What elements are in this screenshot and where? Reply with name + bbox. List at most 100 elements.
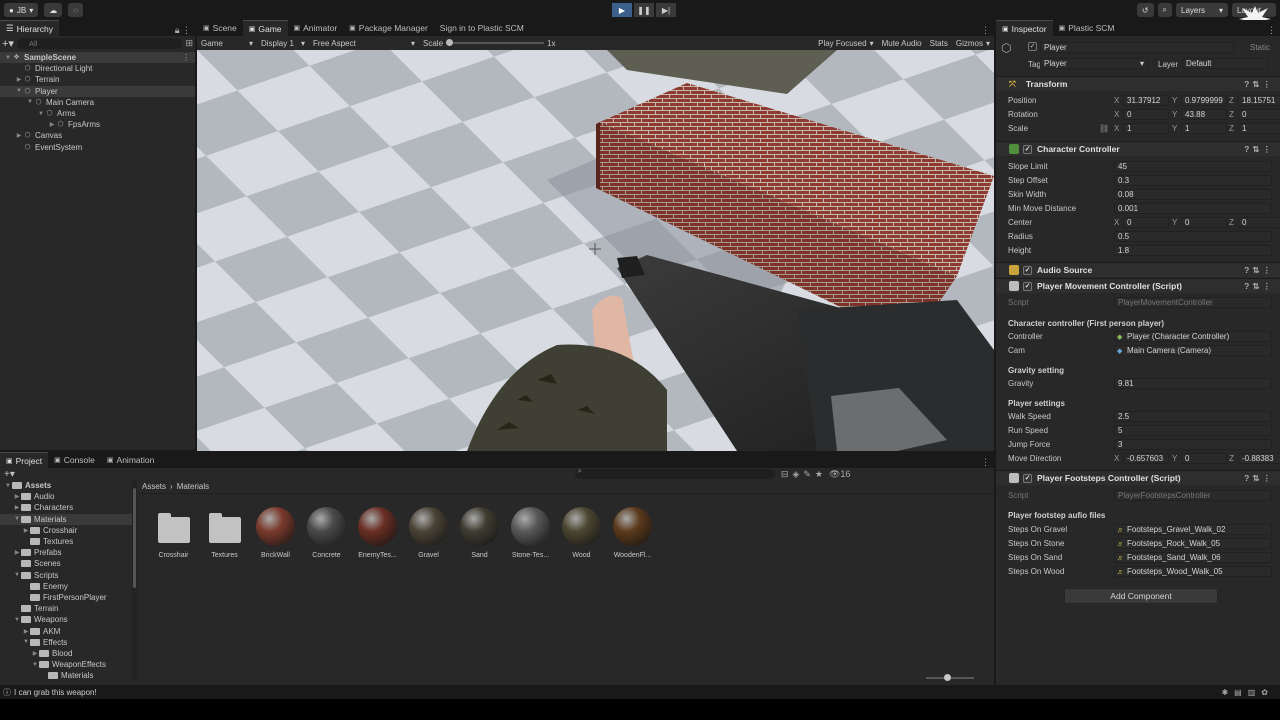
- display-dropdown[interactable]: Display 1 ▾: [257, 39, 309, 48]
- disclosure-arrow-icon[interactable]: ▶: [48, 121, 56, 128]
- project-folder-item[interactable]: ▶ AKM: [0, 625, 132, 636]
- rotation-x-field[interactable]: 0: [1123, 109, 1169, 120]
- component-menu-icon[interactable]: ?⇅⋮: [1244, 144, 1274, 155]
- eye-count[interactable]: 👁︎16: [829, 469, 850, 480]
- project-folder-item[interactable]: Enemy: [0, 581, 132, 592]
- character-controller-header[interactable]: ✓ Character Controller ?⇅⋮: [996, 141, 1280, 156]
- add-icon[interactable]: +▾: [4, 469, 15, 480]
- hierarchy-item[interactable]: ⬡ EventSystem: [0, 142, 195, 153]
- constrain-proportions-icon[interactable]: ⛓: [1099, 124, 1109, 133]
- disclosure-arrow-icon[interactable]: ▼: [31, 662, 39, 668]
- position-x-field[interactable]: 31.37912: [1123, 95, 1169, 106]
- asset-item[interactable]: Crosshair: [151, 504, 196, 559]
- tab-animator[interactable]: ▣ Animator: [288, 20, 344, 36]
- disclosure-arrow-icon[interactable]: ▶: [13, 549, 21, 556]
- play-button[interactable]: ▶: [612, 3, 632, 17]
- status-message[interactable]: I can grab this weapon!: [14, 688, 97, 697]
- scale-y-field[interactable]: 1: [1181, 123, 1227, 134]
- asset-item[interactable]: WoodenFl...: [610, 504, 655, 559]
- project-folder-item[interactable]: ▶ Crosshair: [0, 525, 132, 536]
- status-icons[interactable]: ✱▤▥✿: [1221, 688, 1274, 697]
- disclosure-arrow-icon[interactable]: ▼: [22, 639, 30, 645]
- search-button[interactable]: ⌕: [1157, 3, 1172, 17]
- height-field[interactable]: 1.8: [1114, 245, 1272, 256]
- add-icon[interactable]: +▾: [2, 37, 14, 50]
- project-folder-item[interactable]: Textures: [0, 536, 132, 547]
- tab-scene[interactable]: ▣ Scene: [197, 20, 243, 36]
- project-folder-item[interactable]: ▶ Prefabs: [0, 547, 132, 558]
- steps-on-gravel-field[interactable]: ♬ Footsteps_Gravel_Walk_02: [1114, 524, 1272, 535]
- tab-plastic-scm[interactable]: ▣ Plastic SCM: [1053, 20, 1121, 36]
- asset-item[interactable]: Gravel: [406, 504, 451, 559]
- transform-header[interactable]: ⤧ Transform ?⇅⋮: [996, 76, 1280, 91]
- cloud-button[interactable]: ☁: [44, 3, 63, 17]
- hierarchy-item[interactable]: ▼ ⬡ Main Camera: [0, 97, 195, 108]
- tab-sign-in-to-plastic-scm[interactable]: Sign in to Plastic SCM: [434, 20, 530, 36]
- movement-header[interactable]: ✓ Player Movement Controller (Script) ?⇅…: [996, 278, 1280, 293]
- play-focused-dropdown[interactable]: Play Focused ▾: [814, 39, 877, 48]
- disclosure-arrow-icon[interactable]: ▶: [13, 504, 21, 511]
- hierarchy-item[interactable]: ▼ ❖ SampleScene ⋮: [0, 52, 195, 64]
- project-folder-item[interactable]: ▼ Assets: [0, 480, 132, 491]
- collab-button[interactable]: ◌: [68, 3, 83, 17]
- steps-on-wood-field[interactable]: ♬ Footsteps_Wood_Walk_05: [1114, 566, 1272, 577]
- position-y-field[interactable]: 0.9799999: [1181, 95, 1227, 106]
- radius-field[interactable]: 0.5: [1114, 231, 1272, 242]
- asset-thumbnail[interactable]: [610, 504, 655, 549]
- tab-console[interactable]: ▣ Console: [48, 452, 101, 468]
- disclosure-arrow-icon[interactable]: ▼: [13, 516, 21, 522]
- rotation-y-field[interactable]: 43.88: [1181, 109, 1227, 120]
- footsteps-header[interactable]: ✓ Player Footsteps Controller (Script) ?…: [996, 470, 1280, 485]
- gravity-field[interactable]: 9.81: [1114, 378, 1272, 389]
- lock-icon[interactable]: 🔒︎ ⋮: [175, 25, 195, 36]
- component-menu-icon[interactable]: ?⇅⋮: [1244, 473, 1274, 484]
- min-move-field[interactable]: 0.001: [1114, 203, 1272, 214]
- project-folder-item[interactable]: ▼ Scripts: [0, 570, 132, 581]
- search-filter-icon[interactable]: ⊞: [185, 38, 193, 49]
- disclosure-arrow-icon[interactable]: ▼: [26, 99, 34, 105]
- panel-menu-icon[interactable]: ⋮: [1267, 25, 1280, 36]
- footsteps-script-field[interactable]: PlayerFootstepsController: [1114, 490, 1272, 501]
- breadcrumb-assets[interactable]: Assets: [142, 482, 166, 491]
- asset-item[interactable]: Concrete: [304, 504, 349, 559]
- move-direction-z-field[interactable]: -0.88383: [1238, 453, 1280, 464]
- move-direction-y-field[interactable]: 0: [1181, 453, 1227, 464]
- asset-thumbnail[interactable]: [508, 504, 553, 549]
- asset-item[interactable]: Stone-Tes...: [508, 504, 553, 559]
- hierarchy-item[interactable]: ▼ ⬡ Player: [0, 85, 195, 97]
- disclosure-arrow-icon[interactable]: ▼: [37, 111, 45, 117]
- scale-x-field[interactable]: 1: [1123, 123, 1169, 134]
- disclosure-arrow-icon[interactable]: ▶: [31, 650, 39, 657]
- asset-item[interactable]: Textures: [202, 504, 247, 559]
- cam-field[interactable]: ◆ Main Camera (Camera): [1114, 345, 1272, 356]
- object-name-field[interactable]: Player: [1040, 42, 1234, 53]
- asset-thumbnail[interactable]: [355, 504, 400, 549]
- disclosure-arrow-icon[interactable]: ▼: [13, 617, 21, 623]
- scale-z-field[interactable]: 1: [1238, 123, 1280, 134]
- scale-slider[interactable]: Scale 1x: [419, 39, 559, 48]
- disclosure-arrow-icon[interactable]: ▶: [22, 628, 30, 635]
- project-folder-item[interactable]: Scenes: [0, 558, 132, 569]
- position-z-field[interactable]: 18.15751: [1238, 95, 1280, 106]
- asset-thumbnail[interactable]: [202, 504, 247, 549]
- tag-dropdown[interactable]: Player ▾: [1040, 58, 1148, 69]
- layers-dropdown[interactable]: Layers ▾: [1176, 3, 1228, 17]
- disclosure-arrow-icon[interactable]: ▶: [15, 76, 23, 83]
- add-component-button[interactable]: Add Component: [1064, 588, 1218, 604]
- asset-thumbnail[interactable]: [253, 504, 298, 549]
- filter-icons[interactable]: ⊟◈✎★: [781, 469, 827, 480]
- disclosure-arrow-icon[interactable]: ▼: [13, 572, 21, 578]
- component-menu-icon[interactable]: ?⇅⋮: [1244, 79, 1274, 90]
- steps-on-sand-field[interactable]: ♬ Footsteps_Sand_Walk_06: [1114, 552, 1272, 563]
- project-folder-item[interactable]: ▶ Blood: [0, 648, 132, 659]
- skin-width-field[interactable]: 0.08: [1114, 189, 1272, 200]
- enabled-checkbox[interactable]: ✓: [1023, 144, 1032, 154]
- enabled-checkbox[interactable]: ✓: [1023, 473, 1032, 483]
- history-button[interactable]: ↺: [1136, 3, 1154, 17]
- disclosure-arrow-icon[interactable]: ▶: [22, 527, 30, 534]
- project-folder-item[interactable]: ▼ Effects: [0, 637, 132, 648]
- panel-menu-icon[interactable]: ⋮: [981, 457, 994, 468]
- enabled-checkbox[interactable]: ✓: [1023, 265, 1032, 275]
- move-direction-x-field[interactable]: -0.657603: [1123, 453, 1169, 464]
- project-folder-item[interactable]: Materials: [0, 670, 132, 680]
